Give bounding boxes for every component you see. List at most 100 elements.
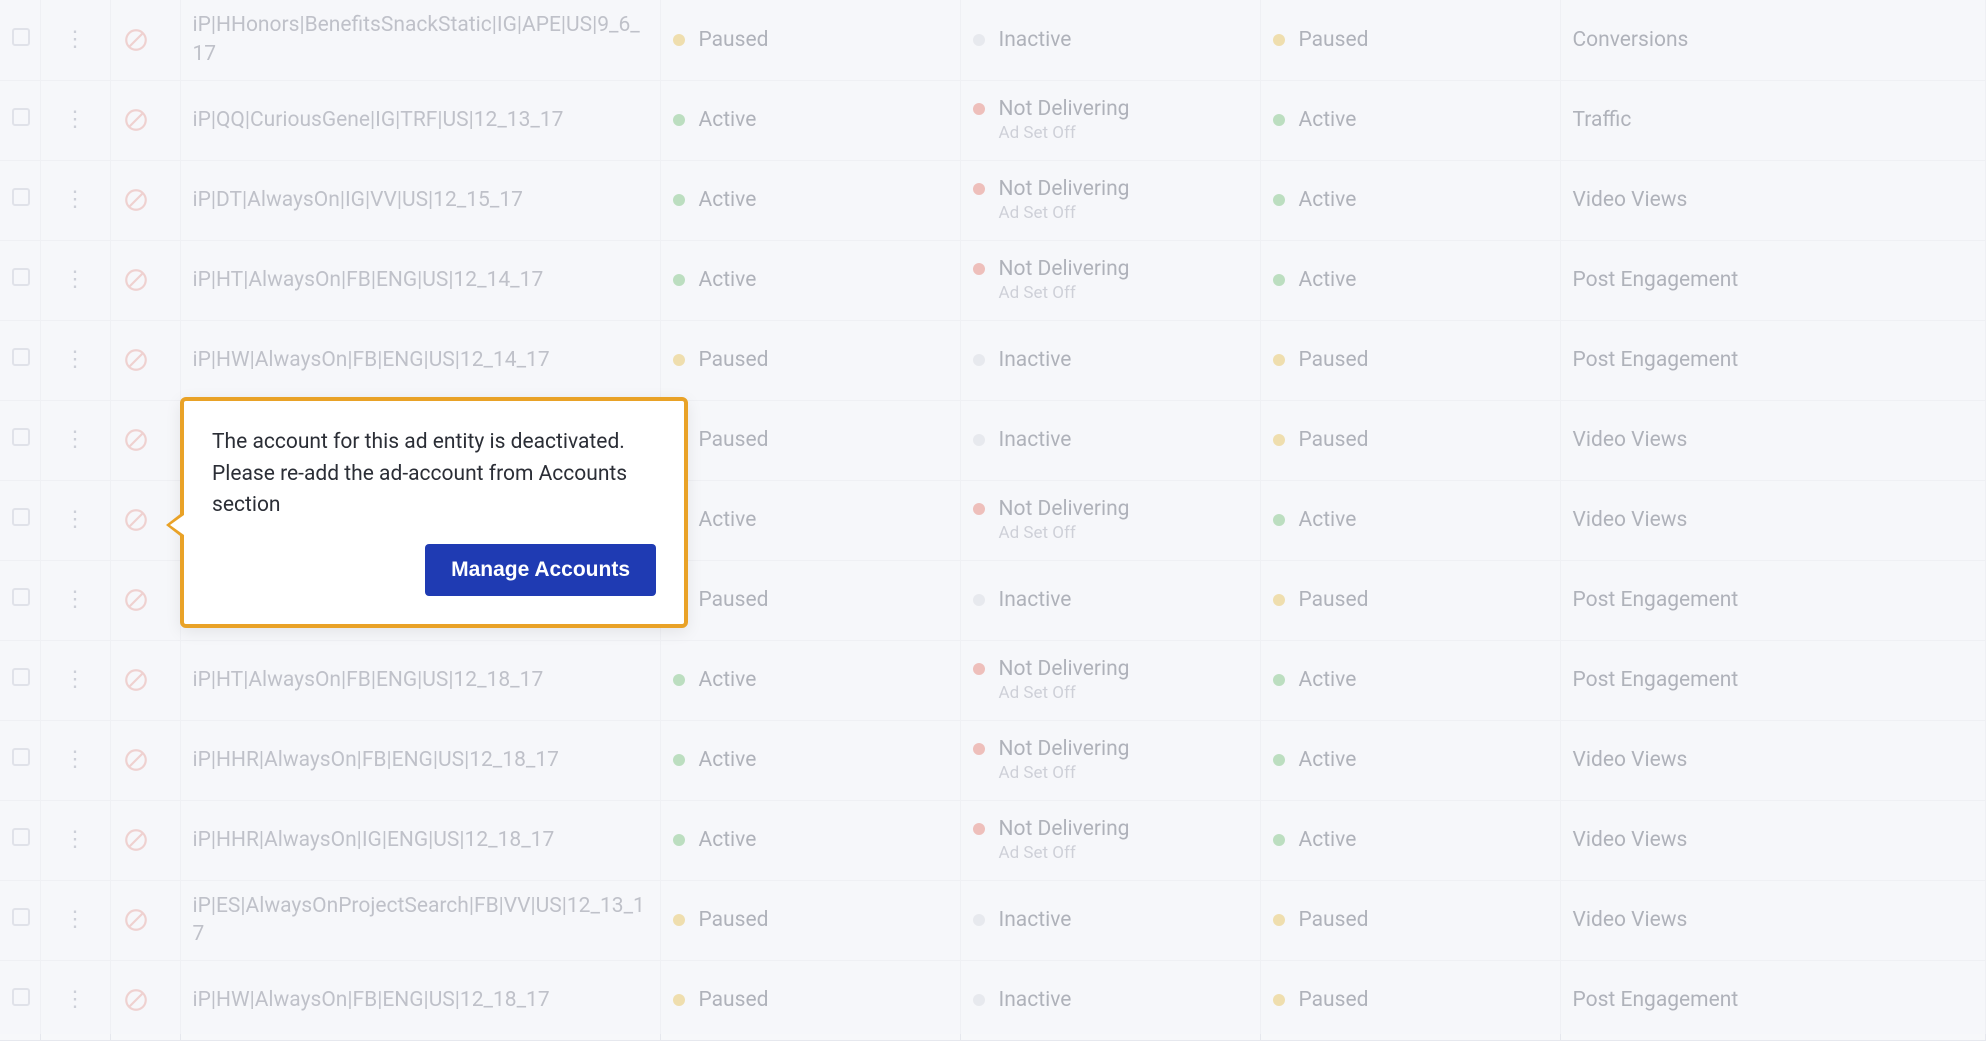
campaign-name[interactable]: iP|HHonors|BenefitsSnackStatic|IG|APE|US… xyxy=(193,11,648,68)
row-checkbox[interactable] xyxy=(12,428,30,446)
row-checkbox[interactable] xyxy=(12,188,30,206)
adset-status: Paused xyxy=(1299,348,1369,372)
table-row[interactable]: ⋮ iP|HT|AlwaysOn|FB|ENG|US|12_14_17 Acti… xyxy=(0,240,1986,320)
delivery-substatus: Ad Set Off xyxy=(999,203,1248,223)
row-checkbox[interactable] xyxy=(12,908,30,926)
block-icon[interactable] xyxy=(123,987,168,1013)
status-dot-icon xyxy=(673,194,685,206)
delivery-status: Not Delivering xyxy=(999,657,1130,681)
table-row[interactable]: ⋮ iP|HHonors|BenefitsSnackStatic|IG|APE|… xyxy=(0,0,1986,80)
row-checkbox[interactable] xyxy=(12,108,30,126)
campaign-name[interactable]: iP|HHR|AlwaysOn|FB|ENG|US|12_18_17 xyxy=(193,746,648,774)
table-row[interactable]: ⋮ iP|DT|AlwaysOn|IG|VV|US|12_15_17 Activ… xyxy=(0,160,1986,240)
delivery-status: Inactive xyxy=(999,908,1072,932)
block-icon[interactable] xyxy=(123,907,168,933)
adset-status: Active xyxy=(1299,108,1357,132)
delivery-substatus: Ad Set Off xyxy=(999,283,1248,303)
table-row[interactable]: ⋮ iP|HHR|AlwaysOn|IG|ENG|US|12_18_17 Act… xyxy=(0,800,1986,880)
block-icon[interactable] xyxy=(123,427,168,453)
more-menu-icon[interactable]: ⋮ xyxy=(64,669,86,691)
delivery-dot-icon xyxy=(973,994,985,1006)
campaign-name[interactable]: iP|HHR|AlwaysOn|IG|ENG|US|12_18_17 xyxy=(193,826,648,854)
delivery-substatus: Ad Set Off xyxy=(999,523,1248,543)
status-dot-icon xyxy=(673,914,685,926)
campaign-status: Paused xyxy=(699,988,769,1012)
delivery-status: Inactive xyxy=(999,588,1072,612)
block-icon[interactable] xyxy=(123,507,168,533)
campaign-status: Active xyxy=(699,508,757,532)
row-checkbox[interactable] xyxy=(12,588,30,606)
block-icon[interactable] xyxy=(123,187,168,213)
table-row[interactable]: ⋮ iP|ES|AlwaysOnProjectSearch|FB|VV|US|1… xyxy=(0,880,1986,960)
more-menu-icon[interactable]: ⋮ xyxy=(64,349,86,371)
delivery-dot-icon xyxy=(973,663,985,675)
more-menu-icon[interactable]: ⋮ xyxy=(64,109,86,131)
delivery-substatus: Ad Set Off xyxy=(999,763,1248,783)
block-icon[interactable] xyxy=(123,107,168,133)
objective: Video Views xyxy=(1573,188,1688,212)
row-checkbox[interactable] xyxy=(12,28,30,46)
more-menu-icon[interactable]: ⋮ xyxy=(64,189,86,211)
more-menu-icon[interactable]: ⋮ xyxy=(64,589,86,611)
status-dot-icon xyxy=(673,674,685,686)
campaign-name[interactable]: iP|HW|AlwaysOn|FB|ENG|US|12_14_17 xyxy=(193,346,648,374)
delivery-status: Inactive xyxy=(999,348,1072,372)
more-menu-icon[interactable]: ⋮ xyxy=(64,749,86,771)
more-menu-icon[interactable]: ⋮ xyxy=(64,269,86,291)
delivery-substatus: Ad Set Off xyxy=(999,123,1248,143)
delivery-dot-icon xyxy=(973,34,985,46)
block-icon[interactable] xyxy=(123,827,168,853)
delivery-status: Not Delivering xyxy=(999,177,1130,201)
table-row[interactable]: ⋮ iP|HW|AlwaysOn|FB|ENG|US|12_14_17 Paus… xyxy=(0,320,1986,400)
campaign-name[interactable]: iP|DT|AlwaysOn|IG|VV|US|12_15_17 xyxy=(193,186,648,214)
row-checkbox[interactable] xyxy=(12,748,30,766)
campaign-name[interactable]: iP|HT|AlwaysOn|FB|ENG|US|12_18_17 xyxy=(193,666,648,694)
block-icon[interactable] xyxy=(123,747,168,773)
manage-accounts-button[interactable]: Manage Accounts xyxy=(425,544,656,596)
more-menu-icon[interactable]: ⋮ xyxy=(64,429,86,451)
more-menu-icon[interactable]: ⋮ xyxy=(64,29,86,51)
block-icon[interactable] xyxy=(123,667,168,693)
more-menu-icon[interactable]: ⋮ xyxy=(64,509,86,531)
campaign-status: Paused xyxy=(699,428,769,452)
block-icon[interactable] xyxy=(123,347,168,373)
objective: Post Engagement xyxy=(1573,988,1739,1012)
status-dot-icon xyxy=(1273,434,1285,446)
status-dot-icon xyxy=(1273,994,1285,1006)
campaign-name[interactable]: iP|ES|AlwaysOnProjectSearch|FB|VV|US|12_… xyxy=(193,892,648,949)
campaign-name[interactable]: iP|HW|AlwaysOn|FB|ENG|US|12_18_17 xyxy=(193,986,648,1014)
row-checkbox[interactable] xyxy=(12,348,30,366)
objective: Post Engagement xyxy=(1573,588,1739,612)
objective: Video Views xyxy=(1573,428,1688,452)
block-icon[interactable] xyxy=(123,267,168,293)
status-dot-icon xyxy=(1273,754,1285,766)
more-menu-icon[interactable]: ⋮ xyxy=(64,909,86,931)
table-row[interactable]: ⋮ iP|HHR|AlwaysOn|FB|ENG|US|12_18_17 Act… xyxy=(0,720,1986,800)
status-dot-icon xyxy=(673,994,685,1006)
block-icon[interactable] xyxy=(123,587,168,613)
delivery-dot-icon xyxy=(973,183,985,195)
row-checkbox[interactable] xyxy=(12,268,30,286)
row-checkbox[interactable] xyxy=(12,828,30,846)
status-dot-icon xyxy=(1273,914,1285,926)
objective: Conversions xyxy=(1573,28,1689,52)
campaign-status: Paused xyxy=(699,348,769,372)
delivery-substatus: Ad Set Off xyxy=(999,843,1248,863)
table-row[interactable]: ⋮ iP|QQ|CuriousGene|IG|TRF|US|12_13_17 A… xyxy=(0,80,1986,160)
status-dot-icon xyxy=(1273,354,1285,366)
row-checkbox[interactable] xyxy=(12,508,30,526)
campaign-name[interactable]: iP|HT|AlwaysOn|FB|ENG|US|12_14_17 xyxy=(193,266,648,294)
status-dot-icon xyxy=(1273,594,1285,606)
campaign-name[interactable]: iP|QQ|CuriousGene|IG|TRF|US|12_13_17 xyxy=(193,106,648,134)
delivery-status: Inactive xyxy=(999,988,1072,1012)
delivery-dot-icon xyxy=(973,914,985,926)
row-checkbox[interactable] xyxy=(12,988,30,1006)
block-icon[interactable] xyxy=(123,27,168,53)
campaign-status: Active xyxy=(699,668,757,692)
more-menu-icon[interactable]: ⋮ xyxy=(64,989,86,1011)
adset-status: Paused xyxy=(1299,988,1369,1012)
more-menu-icon[interactable]: ⋮ xyxy=(64,829,86,851)
table-row[interactable]: ⋮ iP|HW|AlwaysOn|FB|ENG|US|12_18_17 Paus… xyxy=(0,960,1986,1040)
row-checkbox[interactable] xyxy=(12,668,30,686)
table-row[interactable]: ⋮ iP|HT|AlwaysOn|FB|ENG|US|12_18_17 Acti… xyxy=(0,640,1986,720)
